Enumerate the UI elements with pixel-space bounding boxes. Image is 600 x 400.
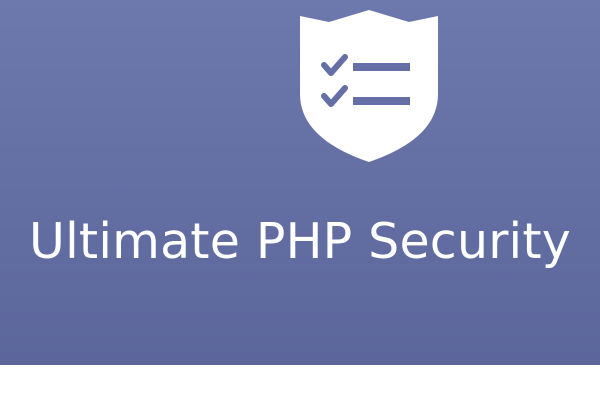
shield-checklist-icon	[300, 10, 438, 162]
hero-banner: Ultimate PHP Security	[0, 0, 600, 365]
bottom-whitespace	[0, 365, 600, 400]
banner-title: Ultimate PHP Security	[29, 213, 571, 270]
